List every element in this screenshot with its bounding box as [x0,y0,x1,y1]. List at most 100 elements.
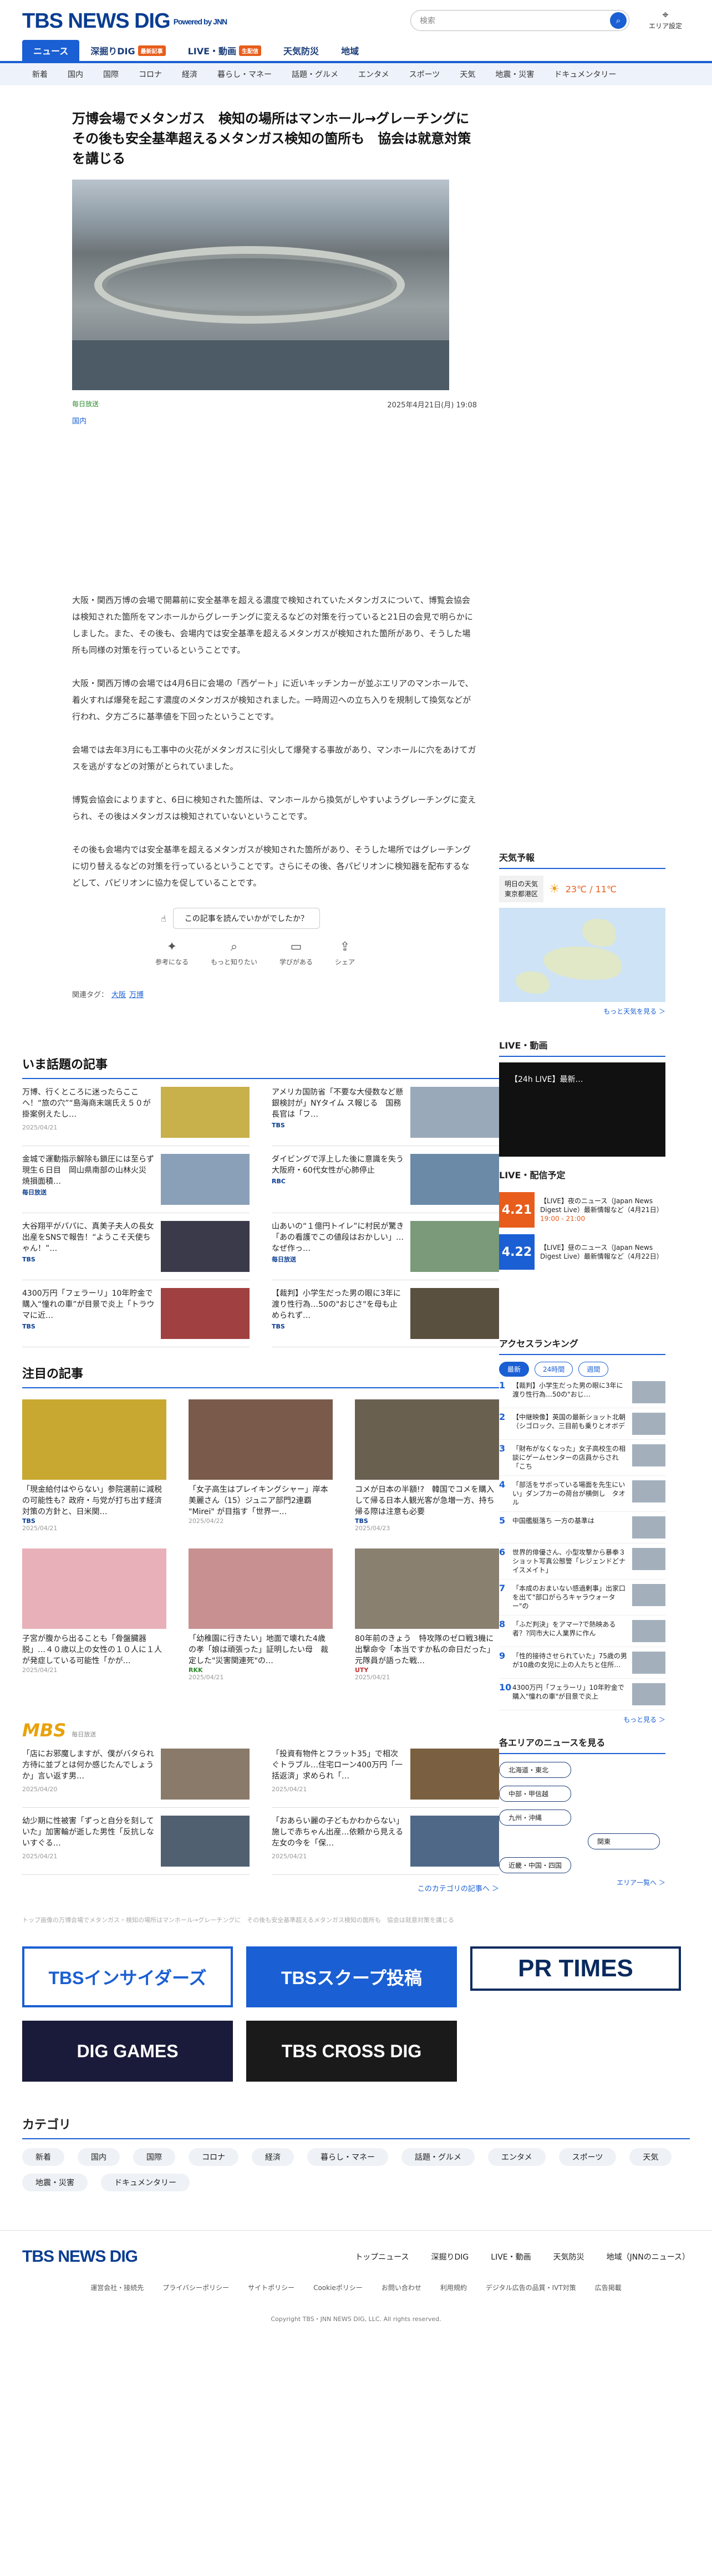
banner-dig-games[interactable]: DIG GAMES [22,2021,233,2082]
list-item[interactable]: ダイビングで浮上した後に意識を失う 大阪府・60代女性が心肺停止 RBC [272,1146,499,1213]
category-chip[interactable]: 話題・グルメ [401,2148,475,2166]
category-chip[interactable]: スポーツ [558,2148,617,2166]
footer-sub-link[interactable]: デジタル広告の品質・IVT対策 [486,2283,576,2292]
ranking-item[interactable]: 9 「性的接待させられていた」75歳の男が10歳の女児に上の人たちと住所… [499,1647,665,1679]
footer-sub-link[interactable]: サイトポリシー [248,2283,294,2292]
subnav-item[interactable]: 経済 [172,69,207,80]
region-button[interactable]: 北海道・東北 [499,1762,571,1778]
search-input[interactable]: 検索 ⌕ [410,10,629,31]
tab-news[interactable]: ニュース [22,40,80,61]
ranking-item[interactable]: 8 「ふだ判決」をアマー?で熱映ある者？?同市大に人業界に作ん [499,1616,665,1647]
list-item[interactable]: 「投資有物件とフラット35」で相次ぐトラブル…住宅ローン400万円「一括返済」求… [272,1741,499,1808]
list-item[interactable]: アメリカ国防省「不要な大侵数など懸銀検討が」NYタイム ス報じる 国務長官は「フ… [272,1079,499,1146]
footer-sub-link[interactable]: お問い合わせ [382,2283,421,2292]
subnav-item[interactable]: 地震・災害 [485,69,544,80]
subnav-item[interactable]: 新着 [22,69,58,80]
subnav-item[interactable]: 話題・グルメ [282,69,348,80]
ranking-item[interactable]: 6 世界的俳優さん、小型攻撃から暴拳３ショット写真公態警「レジェンドどナイスメイト… [499,1543,665,1580]
search-icon[interactable]: ⌕ [610,12,627,29]
footer-sub-link[interactable]: Cookieポリシー [313,2283,363,2292]
subnav-item[interactable]: 天気 [450,69,485,80]
tag-link[interactable]: 万博 [129,991,144,999]
article-card[interactable]: 「現金給付はやらない」参院選前に減税の可能性も？政府・与党が打ち出す経済対策の方… [22,1399,166,1532]
ranking-tab[interactable]: 24時間 [535,1362,573,1377]
banner-insiders[interactable]: TBSインサイダーズ [22,1946,233,2007]
ranking-item[interactable]: 3 「財布がなくなった」女子高校生の相談にゲームセンターの店員からされ「こち [499,1440,665,1476]
ranking-item[interactable]: 10 4300万円「フェラーリ」10年貯金で購入"憧れの車"が目景で炎上 [499,1679,665,1710]
schedule-item[interactable]: 4.21 【LIVE】夜のニュース（Japan News Digest Live）… [499,1192,665,1228]
banner-prtimes[interactable]: PR TIMES [470,1946,681,1991]
subnav-item[interactable]: ドキュメンタリー [544,69,626,80]
banner-scoop[interactable]: TBSスクープ投稿 [246,1946,457,2007]
list-item[interactable]: 4300万円「フェラーリ」10年貯金で購入“憧れの車”が目景で炎上「トラウマに近… [22,1280,250,1347]
footer-logo[interactable]: TBS NEWS DIG [22,2247,138,2266]
category-chip[interactable]: コロナ [189,2148,238,2166]
subnav-item[interactable]: エンタメ [348,69,399,80]
category-chip[interactable]: 国内 [78,2148,120,2166]
article-card[interactable]: 「幼稚園に行きたい」地面で壊れた4歳の孝「娘は頑張った」証明したい母 裁定した"… [189,1548,333,1681]
subnav-item[interactable]: 暮らし・マネー [207,69,282,80]
list-item[interactable]: 「おあらい麗の子どもかわからない」施しで赤ちゃん出産…依頼から見える左女の今を「… [272,1808,499,1875]
region-more-link[interactable]: エリア一覧へ ＞ [499,1878,665,1887]
footer-sub-link[interactable]: プライバシーポリシー [162,2283,229,2292]
tab-dig[interactable]: 深掘りDIG 最新記事 [79,40,176,61]
list-item[interactable]: 山あいの“１億円トイレ”に村民が驚き「あの看護でこの値段はおかしい」…なぜ作っ…… [272,1213,499,1280]
footer-link[interactable]: 深掘りDIG [431,2251,469,2262]
ranking-item[interactable]: 4 「部活をサボっている場面を先生にいい」ダンプカーの荷台が横倒し タオル [499,1476,665,1512]
tab-weather[interactable]: 天気防災 [272,40,330,61]
banner-cross-dig[interactable]: TBS CROSS DIG [246,2021,457,2082]
category-chip[interactable]: 国際 [133,2148,175,2166]
share-button[interactable]: ⇪ シェア [335,940,355,967]
ranking-item[interactable]: 2 【中継映像】英国の最新ショット北朝（シゴロック、三目前も乗りとオボデ [499,1408,665,1440]
reaction-more-button[interactable]: ⌕ もっと知りたい [211,940,257,967]
list-item[interactable]: 万博、行くところに迷ったらここへ！“旅の穴”“島海商末端氏え５０が掛案例えたし…… [22,1079,250,1146]
article-card[interactable]: コメが日本の半額!? 韓国でコメを購入して帰る日本人観光客が急増一方、持ち帰る際… [355,1399,499,1532]
live-video-player[interactable]: 【24h LIVE】最新… [499,1062,665,1157]
article-card[interactable]: 子宮が腹から出ることも「骨盤臓器脱」…４０歳以上の女性の１０人に１人が発症してい… [22,1548,166,1681]
ranking-tab[interactable]: 最新 [499,1362,530,1377]
region-button[interactable]: 関東 [588,1833,660,1849]
footer-sub-link[interactable]: 利用規約 [440,2283,467,2292]
list-item[interactable]: 大谷翔平がパパに、真美子夫人の長女出産をSNSで報告！“ようこそ天使ちゃん！”…… [22,1213,250,1280]
weather-more-link[interactable]: もっと天気を見る ＞ [499,1006,665,1016]
subnav-item[interactable]: スポーツ [399,69,450,80]
ranking-tab[interactable]: 週間 [578,1362,609,1377]
ranking-more-link[interactable]: もっと見る ＞ [499,1715,665,1724]
category-chip[interactable]: エンタメ [488,2148,546,2166]
category-chip[interactable]: 地震・災害 [22,2174,88,2191]
reaction-helpful-button[interactable]: ✦ 参考になる [155,940,189,967]
region-button[interactable]: 九州・沖縄 [499,1810,571,1826]
schedule-item[interactable]: 4.22 【LIVE】昼のニュース（Japan News Digest Live）… [499,1234,665,1270]
weather-location[interactable]: 明日の天気 東京都港区 [499,876,544,902]
ranking-item[interactable]: 5 中国艦艇落ち 一方の基準は [499,1512,665,1543]
site-logo[interactable]: TBS NEWS DIG Powered by JNN [22,9,227,33]
subnav-item[interactable]: 国際 [93,69,129,80]
subnav-item[interactable]: コロナ [129,69,172,80]
article-source[interactable]: 毎日放送 [72,399,99,410]
article-category[interactable]: 国内 [72,415,477,426]
article-card[interactable]: 80年前のきょう 特攻隊のゼロ戦3機に出撃命令「本当ですか私の命日だった」元隊員… [355,1548,499,1681]
category-chip[interactable]: 暮らし・マネー [307,2148,388,2166]
subnav-item[interactable]: 国内 [58,69,93,80]
mbs-more-link[interactable]: このカテゴリの記事へ ＞ [22,1883,499,1893]
footer-link[interactable]: LIVE・動画 [491,2251,531,2262]
area-setting-button[interactable]: ⌖ エリア設定 [649,8,682,30]
category-chip[interactable]: 天気 [629,2148,672,2166]
weather-map[interactable] [499,908,665,1002]
region-button[interactable]: 近畿・中国・四国 [499,1857,571,1873]
tab-live[interactable]: LIVE・動画 生配信 [177,40,272,61]
list-item[interactable]: 「店にお邪魔しますが、僕がバタられ方待に並ブとは何か感じたんでしょうか」言い返す… [22,1741,250,1808]
list-item[interactable]: 【裁判】小学生だった男の眼に3年に渡り性行為…50の"おじさ"を母も止められず…… [272,1280,499,1347]
footer-link[interactable]: トップニュース [355,2251,409,2262]
list-item[interactable]: 幼少期に性被害「ずっと自分を刻していた」加害輪が逝した男性「反抗しないすぐる… 2… [22,1808,250,1875]
article-card[interactable]: 「女子高生はプレイキングシャー」岸本美麗さん（15）ジュニア部門2連覇 "Mir… [189,1399,333,1532]
footer-sub-link[interactable]: 広告掲載 [595,2283,622,2292]
category-chip[interactable]: ドキュメンタリー [101,2174,190,2191]
footer-sub-link[interactable]: 運営会社・接続先 [90,2283,144,2292]
list-item[interactable]: 金城で運動指示解除も鎖圧には至らず 現生６日目 岡山県南部の山林火災 焼損面積…… [22,1146,250,1213]
footer-link[interactable]: 地域（JNNのニュース） [607,2251,690,2262]
category-chip[interactable]: 経済 [252,2148,294,2166]
ranking-item[interactable]: 7 「本成のおまいない感過剰事」出家口を出て"部口がらろキャラウォーター"の [499,1580,665,1616]
footer-link[interactable]: 天気防災 [553,2251,584,2262]
tag-link[interactable]: 大阪 [111,991,126,999]
